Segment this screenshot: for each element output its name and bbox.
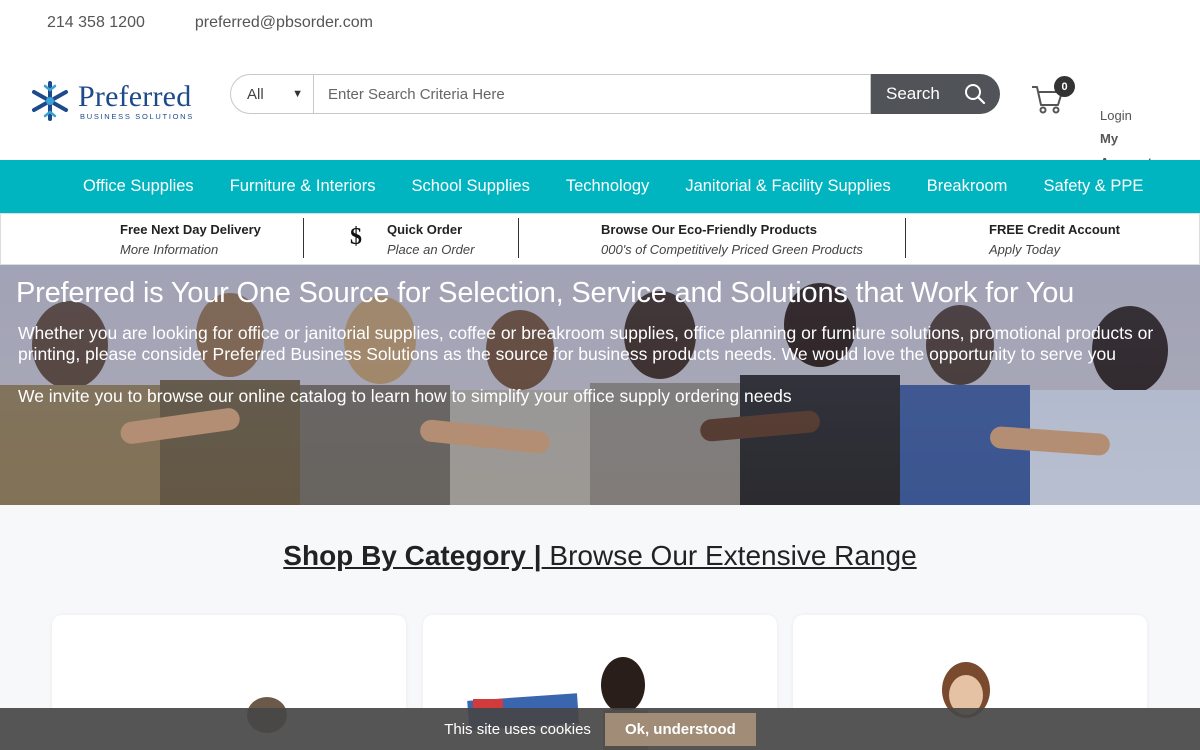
shop-title[interactable]: Shop By Category |: [283, 540, 541, 571]
info-credit-account[interactable]: FREE Credit Account Apply Today: [989, 220, 1120, 260]
dollar-icon: $: [350, 224, 362, 250]
cart-count-badge: 0: [1054, 76, 1075, 97]
shop-subtitle[interactable]: Browse Our Extensive Range: [542, 540, 916, 571]
search-input[interactable]: Enter Search Criteria Here: [313, 74, 871, 114]
info-eco-subtitle: 000's of Competitively Priced Green Prod…: [601, 242, 863, 257]
search-category-select[interactable]: All ▼: [230, 74, 313, 114]
info-quick-order[interactable]: Quick Order Place an Order: [387, 220, 474, 260]
info-delivery[interactable]: Free Next Day Delivery More Information: [120, 220, 261, 260]
main-nav: Office Supplies Furniture & Interiors Sc…: [0, 160, 1200, 213]
info-credit-title: FREE Credit Account: [989, 222, 1120, 237]
info-quick-order-subtitle: Place an Order: [387, 242, 475, 257]
info-credit-subtitle: Apply Today: [989, 242, 1061, 257]
info-quick-order-title: Quick Order: [387, 222, 463, 237]
search-icon: [964, 84, 985, 105]
logo-name: Preferred: [78, 79, 192, 113]
contact-bar: 214 358 1200 preferred@pbsorder.com: [0, 0, 1200, 45]
phone-link[interactable]: 214 358 1200: [47, 14, 145, 32]
hero-paragraph: We invite you to browse our online catal…: [18, 386, 792, 406]
nav-item-school-supplies[interactable]: School Supplies: [412, 177, 530, 196]
nav-item-janitorial[interactable]: Janitorial & Facility Supplies: [685, 177, 890, 196]
info-delivery-subtitle: More Information: [120, 242, 219, 257]
nav-item-breakroom[interactable]: Breakroom: [927, 177, 1008, 196]
nav-item-safety-ppe[interactable]: Safety & PPE: [1043, 177, 1143, 196]
logo-tagline: BUSINESS SOLUTIONS: [80, 111, 194, 121]
info-strip: Free Next Day Delivery More Information …: [0, 213, 1200, 265]
search-button[interactable]: Search: [871, 74, 1000, 114]
chevron-down-icon: ▼: [292, 88, 303, 100]
hero-paragraph: Whether you are looking for office or ja…: [18, 323, 1154, 364]
search-placeholder: Enter Search Criteria Here: [328, 85, 505, 103]
email-link[interactable]: preferred@pbsorder.com: [195, 14, 373, 32]
search-category-value: All: [247, 85, 264, 103]
search-button-label: Search: [886, 84, 940, 103]
shop-by-category-heading: Shop By Category | Browse Our Extensive …: [0, 540, 1200, 572]
hero-banner: Preferred is Your One Source for Selecti…: [0, 265, 1200, 505]
cookie-message: This site uses cookies: [444, 720, 591, 738]
divider: [518, 218, 519, 258]
divider: [905, 218, 906, 258]
info-eco-products[interactable]: Browse Our Eco-Friendly Products 000's o…: [601, 220, 863, 260]
cookie-accept-button[interactable]: Ok, understood: [604, 712, 756, 746]
snowflake-logo-icon: [32, 81, 68, 121]
divider: [303, 218, 304, 258]
search-bar: All ▼ Enter Search Criteria Here Search: [230, 74, 1000, 114]
logo[interactable]: Preferred BUSINESS SOLUTIONS: [30, 78, 205, 124]
nav-item-office-supplies[interactable]: Office Supplies: [83, 177, 194, 196]
hero-heading: Preferred is Your One Source for Selecti…: [16, 277, 1075, 309]
nav-item-technology[interactable]: Technology: [566, 177, 649, 196]
cookie-banner: This site uses cookies Ok, understood: [0, 708, 1200, 750]
login-link[interactable]: Login: [1100, 109, 1160, 122]
header: Preferred BUSINESS SOLUTIONS All ▼ Enter…: [0, 45, 1200, 170]
nav-item-furniture-interiors[interactable]: Furniture & Interiors: [230, 177, 376, 196]
info-delivery-title: Free Next Day Delivery: [120, 222, 261, 237]
info-eco-title: Browse Our Eco-Friendly Products: [601, 222, 817, 237]
